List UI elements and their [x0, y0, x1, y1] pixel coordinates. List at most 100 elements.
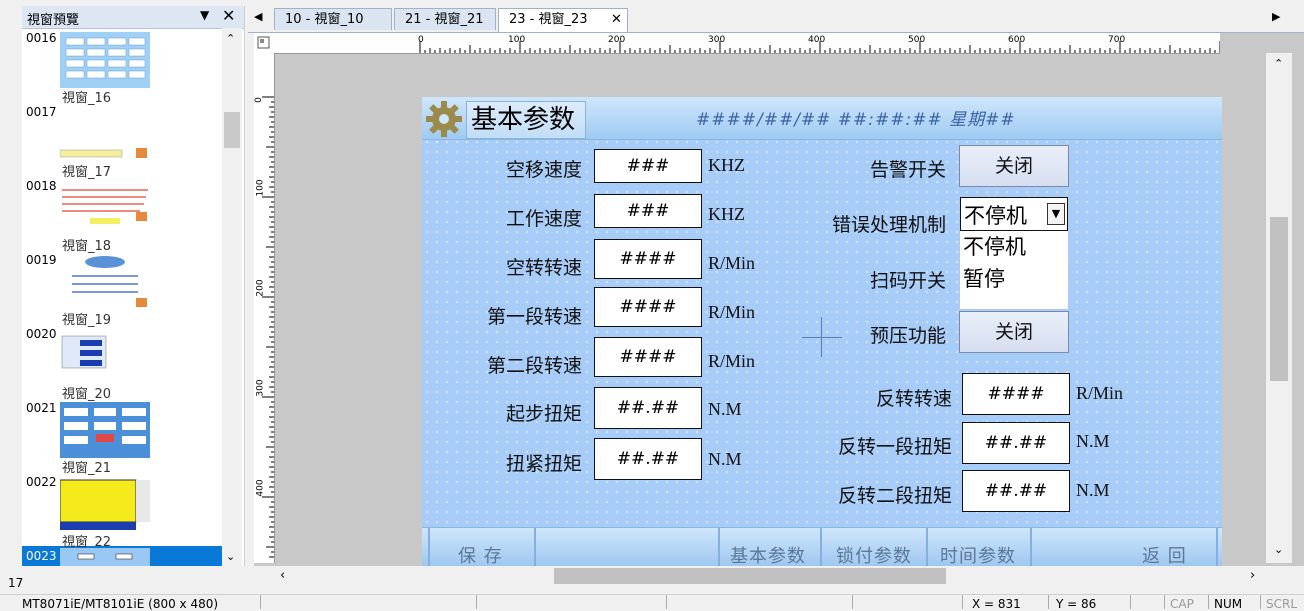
preview-thumbnail-17[interactable]	[60, 106, 150, 162]
status-separator	[666, 595, 667, 609]
numeric-input[interactable]: ##.##	[594, 438, 702, 480]
preview-item-label: 視窗_17	[62, 165, 112, 180]
numeric-input[interactable]: ###	[594, 194, 702, 228]
error-handling-options: 不停机 暂停	[960, 231, 1068, 309]
scroll-right-icon[interactable]: ›	[1250, 568, 1255, 583]
alarm-switch-label: 告警开关	[869, 159, 946, 181]
crosshair-marker	[802, 337, 842, 338]
window-preview-panel: 視窗預覽 ▼ ✕ 0016 視窗_16 0017 視窗_17 0018 視窗_1…	[22, 6, 245, 566]
preview-thumbnail-19[interactable]	[60, 254, 150, 310]
chevron-down-icon[interactable]: ▼	[1047, 203, 1065, 225]
preview-item-number[interactable]: 0021	[26, 401, 57, 415]
hmi-screen-canvas: 基本参数 ####/##/## ##:##:## 星期## 空移速度 ### K…	[422, 97, 1222, 567]
back-button[interactable]: 返 回	[1142, 542, 1187, 567]
save-button[interactable]: 保 存	[458, 542, 503, 567]
ruler-label: 100	[508, 35, 526, 45]
preview-item-number[interactable]: 0022	[26, 475, 57, 489]
tab-window-10[interactable]: 10 - 視窗_10	[274, 8, 392, 30]
status-scrl: SCRL	[1266, 597, 1298, 611]
preview-item-number[interactable]: 0016	[26, 31, 57, 45]
preview-thumbnail-20[interactable]	[60, 328, 150, 384]
numeric-input[interactable]: ##.##	[962, 470, 1070, 512]
unit-label: R/Min	[708, 351, 756, 371]
ruler-corner[interactable]	[254, 33, 274, 53]
preview-item-label: 視窗_16	[62, 91, 112, 106]
preview-item-label: 視窗_21	[62, 461, 112, 476]
side-fragment-text: 17	[8, 576, 24, 590]
preview-item-number[interactable]: 0017	[26, 105, 57, 119]
tab-scroll-left-icon[interactable]: ◀	[254, 10, 262, 23]
ruler-label: 500	[908, 35, 926, 45]
scroll-up-icon[interactable]: ⌃	[226, 32, 235, 45]
preview-item-number[interactable]: 0020	[26, 327, 57, 341]
error-handling-select[interactable]: 不停机 ▼	[960, 197, 1068, 231]
editor-horizontal-scrollbar[interactable]: ‹ ›	[274, 566, 1268, 586]
status-separator	[476, 595, 477, 609]
unit-label: N.M	[1076, 480, 1110, 500]
ruler-label: 200	[255, 279, 266, 297]
preview-item-number[interactable]: 0019	[26, 253, 57, 267]
numeric-input[interactable]: ####	[594, 239, 702, 279]
nav-basic-params-button[interactable]: 基本参数	[730, 542, 806, 567]
numeric-input[interactable]: ##.##	[962, 422, 1070, 464]
ruler-top: 0 100 200 300 400 500 600 700	[254, 33, 1220, 54]
preview-thumbnail-21[interactable]	[60, 402, 150, 458]
scroll-up-icon[interactable]: ⌃	[1274, 57, 1283, 70]
numeric-input[interactable]: ###	[594, 149, 702, 183]
panel-menu-icon[interactable]: ▼	[200, 8, 209, 22]
preview-item-label: 視窗_18	[62, 239, 112, 254]
nav-time-params-button[interactable]: 时间参数	[940, 542, 1016, 567]
preview-thumbnail-22[interactable]	[60, 476, 150, 532]
nav-separator	[428, 528, 430, 567]
preview-thumbnail-23[interactable]	[60, 548, 150, 566]
scan-switch-label: 扫码开关	[869, 270, 946, 292]
tab-close-icon[interactable]: ✕	[611, 9, 622, 31]
preview-thumbnail-16[interactable]	[60, 32, 150, 88]
numeric-input[interactable]: ####	[962, 373, 1070, 415]
editor-vertical-scrollbar[interactable]: ⌃ ⌄	[1266, 53, 1292, 563]
gear-icon	[426, 101, 462, 137]
preview-scroll-thumb[interactable]	[224, 112, 240, 148]
preview-item-number[interactable]: 0018	[26, 179, 57, 193]
panel-close-icon[interactable]: ✕	[222, 6, 235, 25]
tab-scroll-right-icon[interactable]: ▶	[1272, 10, 1280, 23]
status-model: MT8071iE/MT8101iE (800 x 480)	[22, 597, 219, 611]
preview-scrollbar[interactable]: ⌃ ⌄	[222, 28, 242, 566]
nav-separator	[820, 528, 822, 567]
status-x-coordinate: X = 831	[972, 597, 1021, 611]
field-label: 反转转速	[875, 388, 952, 410]
numeric-input[interactable]: ##.##	[594, 387, 702, 429]
unit-label: R/Min	[708, 302, 756, 322]
unit-label: R/Min	[1076, 383, 1124, 403]
preview-item-number-selected[interactable]: 0023	[26, 549, 57, 563]
ruler-top-ticks	[419, 41, 1220, 53]
option-item[interactable]: 暂停	[963, 263, 1005, 293]
ruler-label: 200	[608, 35, 626, 45]
crosshair-marker	[821, 317, 822, 357]
ruler-label: 300	[708, 35, 726, 45]
nav-separator	[926, 528, 928, 567]
tab-window-21[interactable]: 21 - 視窗_21	[394, 8, 496, 30]
preload-button[interactable]: 关闭	[959, 311, 1069, 353]
numeric-input[interactable]: ####	[594, 337, 702, 377]
unit-label: N.M	[1076, 431, 1110, 451]
scroll-down-icon[interactable]: ⌄	[1274, 543, 1283, 556]
alarm-switch-button[interactable]: 关闭	[959, 145, 1069, 187]
scroll-left-icon[interactable]: ‹	[280, 568, 285, 583]
status-separator	[260, 595, 261, 609]
ruler-label: 0	[418, 35, 424, 45]
horizontal-scroll-thumb[interactable]	[554, 568, 946, 584]
nav-lock-params-button[interactable]: 锁付参数	[836, 542, 912, 567]
tab-window-23[interactable]: 23 - 視窗_23 ✕	[498, 8, 628, 32]
tab-bar: ◀ 10 - 視窗_10 21 - 視窗_21 23 - 視窗_23 ✕ ▶	[248, 6, 1304, 33]
option-item[interactable]: 不停机	[963, 231, 1026, 261]
numeric-input[interactable]: ####	[594, 287, 702, 327]
error-handling-value: 不停机	[964, 204, 1027, 228]
status-cap: CAP	[1170, 597, 1194, 611]
vertical-scroll-thumb[interactable]	[1270, 217, 1288, 381]
preview-thumbnail-18[interactable]	[60, 180, 150, 236]
scroll-down-icon[interactable]: ⌄	[226, 550, 235, 563]
field-label: 扭紧扭矩	[505, 453, 582, 475]
datetime-display: ####/##/## ##:##:## 星期##	[696, 110, 1016, 130]
preview-item-label: 視窗_20	[62, 387, 112, 402]
